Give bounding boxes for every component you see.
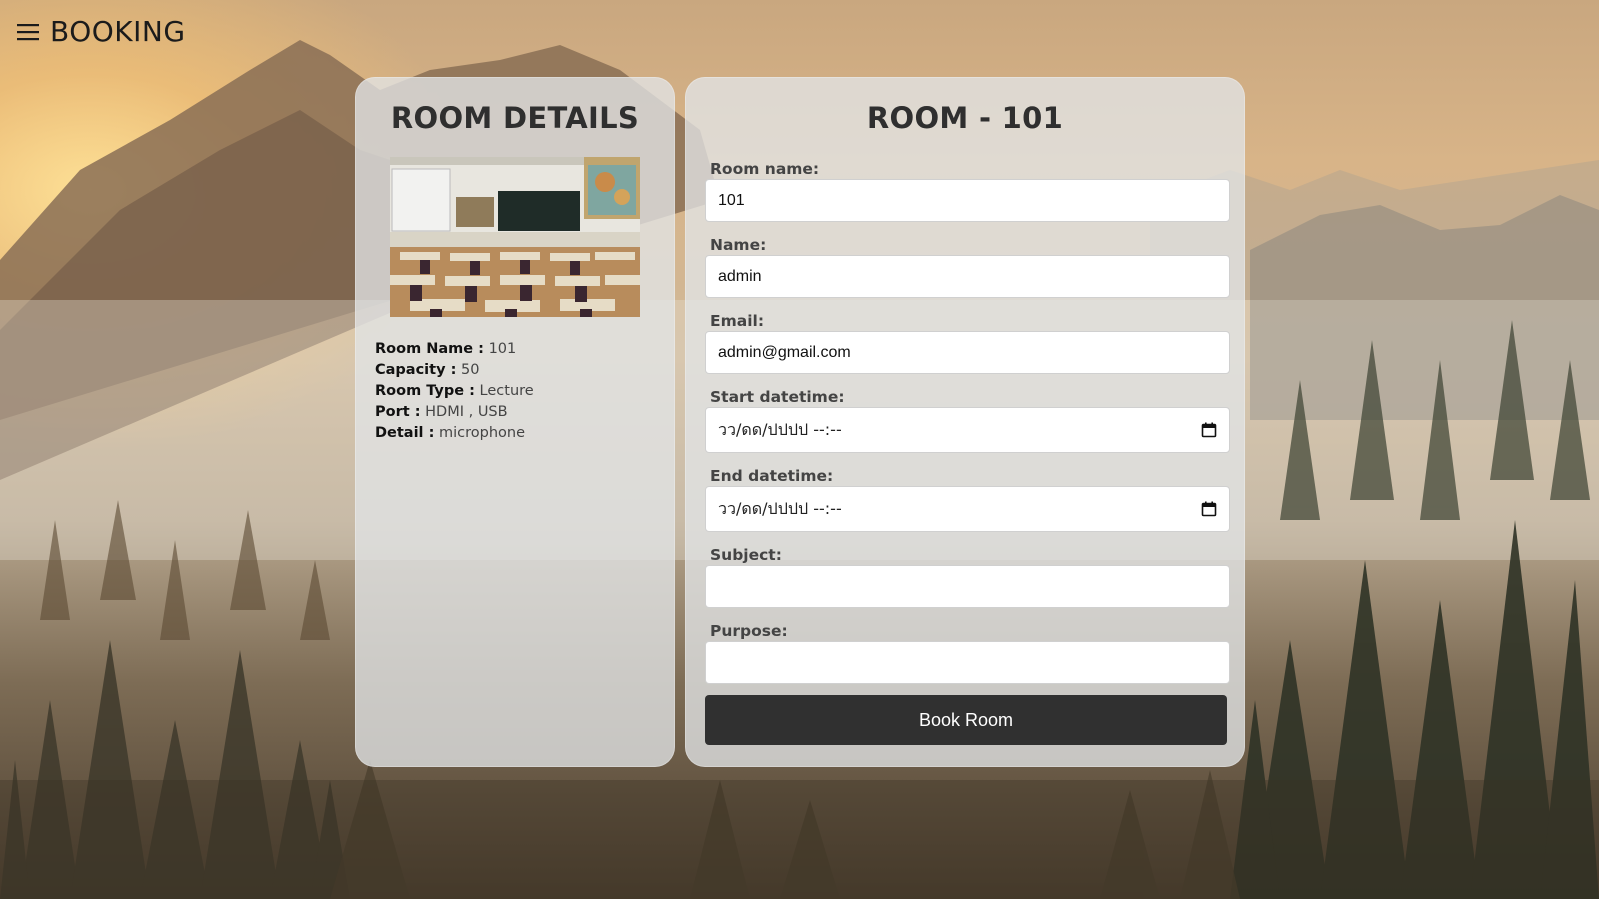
calendar-icon[interactable] [1201, 501, 1217, 517]
room-details-list: Room Name : 101 Capacity : 50 Room Type … [375, 339, 534, 444]
email-label: Email: [710, 312, 765, 330]
booking-form-panel: ROOM - 101 Room name: Name: Email: Start… [685, 77, 1245, 767]
detail-value: 101 [488, 341, 517, 357]
room-name-label: Room name: [710, 160, 820, 178]
booking-form-title: ROOM - 101 [866, 101, 1064, 135]
end-datetime-label: End datetime: [710, 467, 834, 485]
book-room-button[interactable]: Book Room [705, 695, 1227, 745]
detail-key: Detail : [375, 425, 435, 441]
end-datetime-value: วว/ดด/ปปปป --:-- [718, 498, 842, 518]
detail-value: microphone [438, 425, 526, 441]
detail-room-type: Room Type : Lecture [375, 381, 534, 402]
email-input[interactable] [705, 331, 1230, 374]
start-datetime-label: Start datetime: [710, 388, 845, 406]
detail-key: Port : [375, 404, 421, 420]
purpose-label: Purpose: [710, 622, 788, 640]
detail-value: 50 [461, 362, 480, 378]
detail-key: Room Name : [375, 341, 484, 357]
detail-key: Capacity : [375, 362, 457, 378]
app-header: BOOKING [16, 18, 186, 46]
brand-title[interactable]: BOOKING [50, 18, 186, 46]
detail-key: Room Type : [375, 383, 475, 399]
detail-port: Port : HDMI , USB [375, 402, 534, 423]
detail-value: HDMI , USB [425, 404, 508, 420]
classroom-photo [390, 157, 640, 317]
booking-form: Room name: Name: Email: Start datetime: … [705, 159, 1230, 745]
calendar-icon[interactable] [1201, 422, 1217, 438]
detail-detail: Detail : microphone [375, 423, 534, 444]
start-datetime-input[interactable]: วว/ดด/ปปปป --:-- [705, 407, 1230, 453]
detail-capacity: Capacity : 50 [375, 360, 534, 381]
subject-label: Subject: [710, 546, 782, 564]
name-input[interactable] [705, 255, 1230, 298]
purpose-input[interactable] [705, 641, 1230, 684]
name-label: Name: [710, 236, 767, 254]
room-details-panel: ROOM DETAILS Room Name: 101 Capacity: … [355, 77, 675, 767]
detail-room-name: Room Name : 101 [375, 339, 534, 360]
subject-input[interactable] [705, 565, 1230, 608]
end-datetime-input[interactable]: วว/ดด/ปปปป --:-- [705, 486, 1230, 532]
room-name-input[interactable] [705, 179, 1230, 222]
start-datetime-value: วว/ดด/ปปปป --:-- [718, 419, 842, 439]
hamburger-menu-icon[interactable] [16, 21, 40, 43]
detail-value: Lecture [479, 383, 534, 399]
room-details-title: ROOM DETAILS [390, 101, 640, 135]
